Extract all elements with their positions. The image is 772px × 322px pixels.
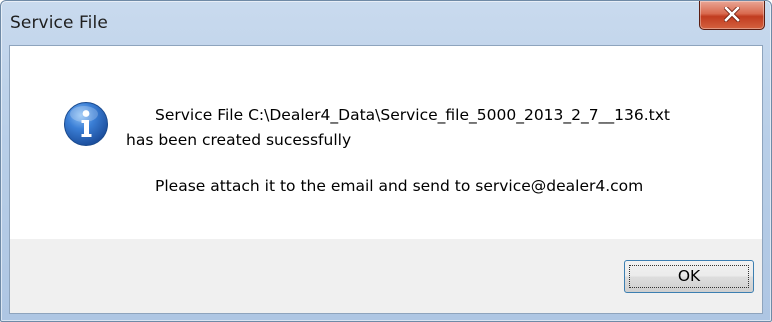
close-button[interactable] <box>699 1 765 30</box>
button-bar: OK <box>10 239 762 313</box>
ok-button-label: OK <box>677 267 701 285</box>
message-line-created: has been created sucessfully <box>126 131 352 149</box>
close-icon <box>724 7 740 22</box>
message-line-file-path: Service File C:\Dealer4_Data\Service_fil… <box>155 106 670 124</box>
dialog-client-area: Service File C:\Dealer4_Data\Service_fil… <box>9 45 763 314</box>
ok-button[interactable]: OK <box>624 260 754 293</box>
title-bar[interactable]: Service File <box>1 1 771 45</box>
message-line-instructions: Please attach it to the email and send t… <box>155 177 644 195</box>
dialog-window: Service File Service File C:\Dealer4_Dat… <box>0 0 772 322</box>
information-icon <box>64 102 108 146</box>
window-title: Service File <box>10 13 108 33</box>
message-area: Service File C:\Dealer4_Data\Service_fil… <box>10 46 762 239</box>
